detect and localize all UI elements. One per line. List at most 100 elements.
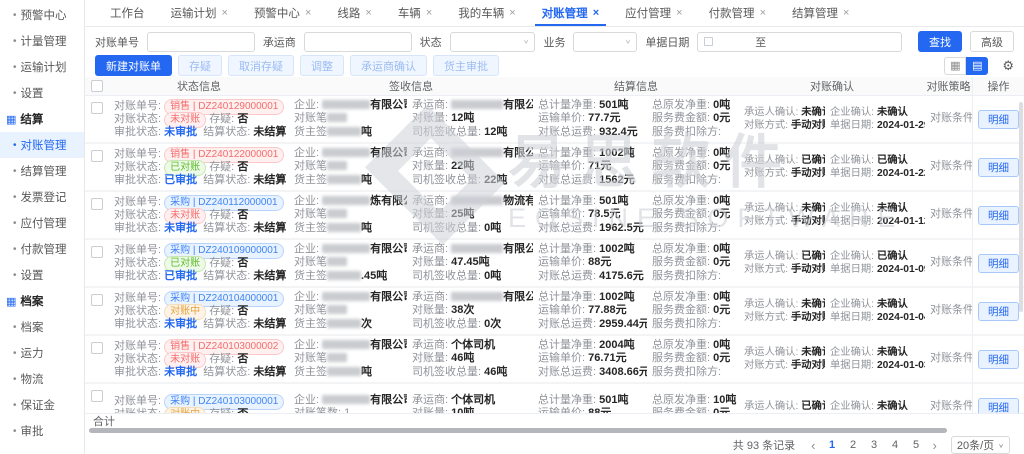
select-all-checkbox[interactable]	[91, 80, 103, 92]
row-checkbox[interactable]	[91, 102, 103, 114]
date-range-picker[interactable]: 至	[697, 32, 902, 52]
sidebar-item[interactable]: • 对账管理	[0, 132, 84, 158]
confirm-cell-left: 承运人确认: 未确认 对账方式: 手动对账	[739, 96, 825, 142]
page-tab[interactable]: 付款管理 ×	[696, 0, 779, 26]
sidebar-item[interactable]: • 保证金	[0, 392, 84, 418]
sidebar-item[interactable]: • 预警中心	[0, 2, 84, 28]
table-row: 对账单号: 销售 | DZ240122000001 对账状态: 已对账 存疑: …	[85, 144, 1024, 192]
confirm-cell-right: 企业确认: 未确认 单据日期:	[825, 384, 925, 413]
page-number[interactable]: 3	[866, 439, 883, 451]
page-tab[interactable]: 应付管理 ×	[612, 0, 695, 26]
strategy-cell: 对账条件:	[925, 192, 972, 238]
sidebar-item[interactable]: • ▦ 档案	[0, 288, 84, 314]
page-tab[interactable]: 结算管理 ×	[779, 0, 862, 26]
page-tab[interactable]: 我的车辆 ×	[445, 0, 528, 26]
confirm-cell-right: 企业确认: 未确认 单据日期: 2024-01-29	[825, 96, 925, 142]
sidebar-item[interactable]: • ▦ 结算	[0, 106, 84, 132]
close-icon[interactable]: ×	[305, 7, 311, 19]
page-number[interactable]: 1	[824, 439, 841, 451]
redacted-text	[327, 319, 361, 328]
page-size-select[interactable]: 20条/页 ∨	[951, 436, 1010, 454]
close-icon[interactable]: ×	[843, 7, 849, 19]
detail-button[interactable]: 明细	[978, 350, 1019, 369]
status-select[interactable]: ∨	[450, 32, 536, 52]
horizontal-scrollbar[interactable]	[89, 428, 947, 433]
bullet-icon: •	[13, 400, 17, 411]
detail-button[interactable]: 明细	[978, 398, 1019, 414]
page-tab[interactable]: 工作台 ×	[97, 0, 158, 26]
detail-button[interactable]: 明细	[978, 206, 1019, 225]
search-button[interactable]: 查找	[918, 31, 962, 52]
vertical-scrollbar[interactable]	[1019, 102, 1023, 312]
sidebar-item[interactable]: • 发票登记	[0, 184, 84, 210]
row-checkbox[interactable]	[91, 390, 103, 402]
bullet-icon: •	[13, 36, 17, 47]
list-view-icon[interactable]: ▦	[944, 57, 966, 75]
page-tab[interactable]: 运输计划 ×	[158, 0, 241, 26]
page-number[interactable]: 4	[887, 439, 904, 451]
settlement-cell-right: 总原发净重: 0吨 服务费金额: 0元 服务费扣除方:	[647, 288, 739, 334]
page-tab[interactable]: 对账管理 ×	[529, 0, 612, 26]
sidebar-item[interactable]: • 付款管理	[0, 236, 84, 262]
page-tab[interactable]: 预警中心 ×	[241, 0, 324, 26]
prev-page-icon[interactable]: ‹	[807, 438, 819, 453]
gear-icon[interactable]: ⚙	[1002, 58, 1014, 74]
tab-label: 预警中心	[254, 5, 300, 21]
toolbar-button[interactable]: 承运商确认	[350, 55, 427, 76]
next-page-icon[interactable]: ›	[929, 438, 941, 453]
action-toolbar: 新建对账单 存疑 取消存疑 调整 承运商确认 货主审批 ▦ ▤ ⚙	[85, 54, 1024, 77]
bullet-icon: •	[13, 140, 17, 151]
page-number[interactable]: 5	[908, 439, 925, 451]
confirm-cell-right: 企业确认: 已确认 单据日期: 2024-01-22	[825, 144, 925, 190]
bullet-icon: •	[13, 374, 17, 385]
sidebar-item[interactable]: • 物流	[0, 366, 84, 392]
order-no-input[interactable]	[147, 32, 255, 52]
redacted-text	[322, 148, 370, 157]
detail-button[interactable]: 明细	[978, 302, 1019, 321]
row-checkbox[interactable]	[91, 150, 103, 162]
carrier-cell: 承运商: 个体司机 对账量: 10吨 司机签收总量:	[407, 384, 533, 413]
bullet-icon: •	[13, 218, 17, 229]
sidebar-item[interactable]: • 计量管理	[0, 28, 84, 54]
toolbar-button[interactable]: 调整	[300, 55, 344, 76]
settlement-cell-left: 总计量净重: 1002吨 运输单价: 88元 对账总运费: 4175.6元	[533, 240, 647, 286]
sidebar-item[interactable]: • 结算管理	[0, 158, 84, 184]
toolbar-button[interactable]: 存疑	[178, 55, 222, 76]
row-checkbox[interactable]	[91, 294, 103, 306]
detail-button[interactable]: 明细	[978, 110, 1019, 129]
toolbar-button[interactable]: 新建对账单	[95, 55, 172, 76]
sidebar-item-label: 应付管理	[21, 215, 67, 231]
row-checkbox[interactable]	[91, 198, 103, 210]
detail-button[interactable]: 明细	[978, 254, 1019, 273]
action-cell: 明细	[972, 336, 1024, 382]
sidebar-item[interactable]: • 应付管理	[0, 210, 84, 236]
sidebar-item[interactable]: • 设置	[0, 80, 84, 106]
detail-button[interactable]: 明细	[978, 158, 1019, 177]
close-icon[interactable]: ×	[676, 7, 682, 19]
close-icon[interactable]: ×	[760, 7, 766, 19]
close-icon[interactable]: ×	[593, 7, 599, 19]
page-tab[interactable]: 车辆 ×	[385, 0, 445, 26]
card-view-icon[interactable]: ▤	[966, 57, 988, 75]
sidebar-item[interactable]: • 审批	[0, 418, 84, 444]
toolbar-button[interactable]: 取消存疑	[228, 55, 294, 76]
toolbar-button[interactable]: 货主审批	[433, 55, 499, 76]
sidebar-item-label: 发票登记	[21, 189, 67, 205]
close-icon[interactable]: ×	[222, 7, 228, 19]
page-number[interactable]: 2	[845, 439, 862, 451]
sidebar-item[interactable]: • 设置	[0, 262, 84, 288]
advanced-button[interactable]: 高级	[970, 31, 1014, 52]
page-tab[interactable]: 线路 ×	[324, 0, 384, 26]
row-checkbox[interactable]	[91, 342, 103, 354]
sidebar-item[interactable]: • 档案	[0, 314, 84, 340]
row-checkbox[interactable]	[91, 246, 103, 258]
carrier-cell: 承运商: 有限公司 对账量: 38次 司机签收总量: 0次	[407, 288, 533, 334]
close-icon[interactable]: ×	[365, 7, 371, 19]
sidebar-item[interactable]: • 运力	[0, 340, 84, 366]
close-icon[interactable]: ×	[509, 7, 515, 19]
carrier-input[interactable]	[304, 32, 412, 52]
sidebar-item[interactable]: • 运输计划	[0, 54, 84, 80]
redacted-text	[327, 175, 361, 184]
close-icon[interactable]: ×	[426, 7, 432, 19]
business-select[interactable]: ∨	[573, 32, 637, 52]
